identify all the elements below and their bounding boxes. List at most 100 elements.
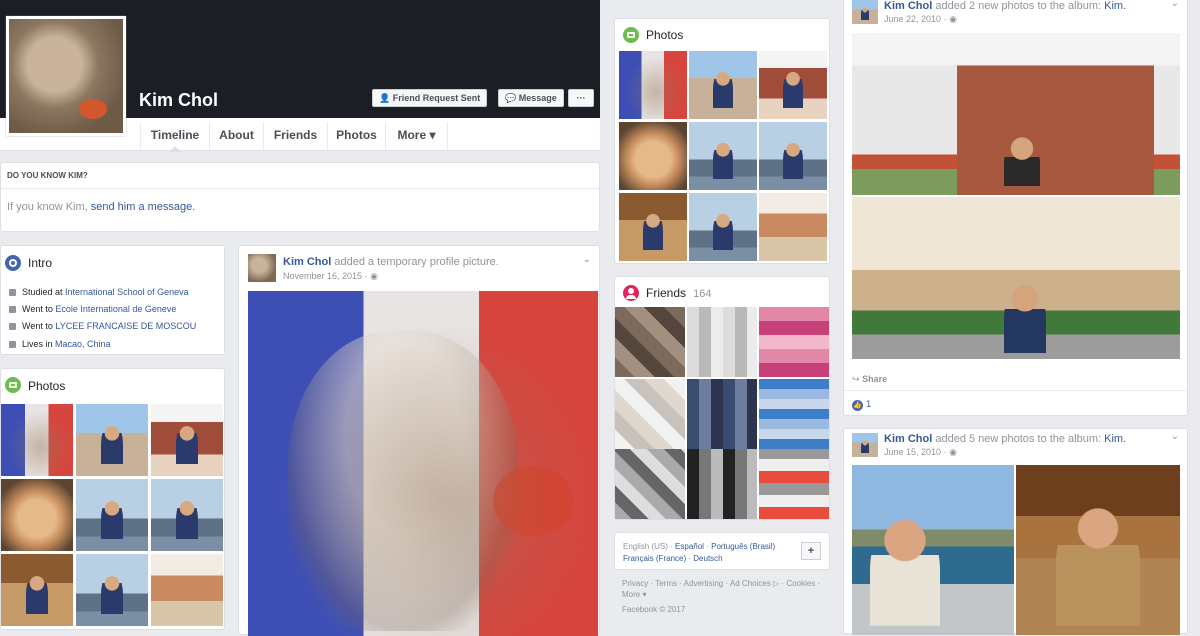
friend-thumb-4[interactable] xyxy=(615,379,685,449)
photos-title-right: Photos xyxy=(646,28,684,42)
prairie-dog-image xyxy=(9,19,123,133)
post-action-text: added a temporary profile picture. xyxy=(334,256,499,268)
post-album-1: Kim Chol added 2 new photos to the album… xyxy=(843,0,1188,416)
school-link-2[interactable]: Ecole International de Geneve xyxy=(55,304,176,314)
share-icon: ↪ xyxy=(852,374,860,384)
more-link[interactable]: More ▾ xyxy=(622,590,646,599)
photo-grid-6[interactable] xyxy=(759,122,827,190)
post2-date[interactable]: June 22, 2010 xyxy=(884,14,941,24)
photo-grid-4[interactable] xyxy=(619,122,687,190)
footer-links: Privacy · Terms · Advertising · Ad Choic… xyxy=(622,579,821,599)
post3-photo-room[interactable] xyxy=(1016,465,1180,635)
post2-author-name[interactable]: Kim Chol xyxy=(884,0,932,12)
tab-more[interactable]: More ▾ xyxy=(386,122,448,150)
message-button[interactable]: 💬 Message xyxy=(498,89,564,107)
friend-thumb-1[interactable] xyxy=(615,307,685,377)
like-icon: 👍 xyxy=(852,400,863,411)
photos-card-left: Photos xyxy=(0,368,225,630)
language-pt[interactable]: Português (Brasil) xyxy=(711,542,775,551)
do-you-know-text: If you know Kim, xyxy=(7,201,88,213)
photo-grid-8[interactable] xyxy=(689,193,757,261)
photo-thumb-2[interactable] xyxy=(76,404,148,476)
graduation-cap-icon xyxy=(9,289,16,296)
graduation-cap-icon xyxy=(9,323,16,330)
post-author-name[interactable]: Kim Chol xyxy=(283,256,331,268)
friend-thumb-6[interactable] xyxy=(759,379,829,449)
add-language-button[interactable]: + xyxy=(801,542,821,560)
do-you-know-title: DO YOU KNOW KIM? xyxy=(7,171,88,180)
photos-icon xyxy=(623,27,639,43)
friend-thumb-2[interactable] xyxy=(687,307,757,377)
photo-grid-5[interactable] xyxy=(689,122,757,190)
photo-thumb-6[interactable] xyxy=(151,479,223,551)
post-menu-chevron-icon[interactable]: ⌄ xyxy=(583,254,591,265)
post3-album-link[interactable]: Kim. xyxy=(1104,433,1126,445)
like-count[interactable]: 1 xyxy=(866,399,871,409)
friend-thumb-5[interactable] xyxy=(687,379,757,449)
profile-name: Kim Chol xyxy=(139,90,218,110)
post3-author-avatar[interactable] xyxy=(852,433,878,457)
send-message-link[interactable]: send him a message. xyxy=(91,201,196,213)
photos-icon xyxy=(5,377,21,393)
cookies-link[interactable]: Cookies xyxy=(786,579,815,588)
terms-link[interactable]: Terms xyxy=(655,579,677,588)
tab-photos[interactable]: Photos xyxy=(328,122,386,150)
school-link[interactable]: International School of Geneva xyxy=(65,287,189,297)
photos-title: Photos xyxy=(28,379,66,393)
graduation-cap-icon xyxy=(9,306,16,313)
photo-grid-9[interactable] xyxy=(759,193,827,261)
advertising-link[interactable]: Advertising xyxy=(684,579,724,588)
post-date[interactable]: November 16, 2015 xyxy=(283,271,362,281)
post-photo-flag-filter[interactable] xyxy=(248,291,598,636)
photo-thumb-3[interactable] xyxy=(151,404,223,476)
post3-photo-harbor[interactable] xyxy=(852,465,1014,635)
friend-thumb-3[interactable] xyxy=(759,307,829,377)
photo-thumb-4[interactable] xyxy=(1,479,73,551)
city-link[interactable]: Macao, China xyxy=(55,339,111,349)
tab-timeline[interactable]: Timeline xyxy=(140,122,210,152)
photo-thumb-8[interactable] xyxy=(76,554,148,626)
ad-choices-link[interactable]: Ad Choices ▷ xyxy=(730,579,779,588)
post2-menu-chevron-icon[interactable]: ⌄ xyxy=(1171,0,1179,9)
language-es[interactable]: Español xyxy=(675,542,704,551)
language-de[interactable]: Deutsch xyxy=(693,554,722,563)
photo-thumb-5[interactable] xyxy=(76,479,148,551)
language-fr[interactable]: Français (France) xyxy=(623,554,686,563)
photo-grid-7[interactable] xyxy=(619,193,687,261)
friends-card: Friends 164 xyxy=(614,276,830,520)
post3-menu-chevron-icon[interactable]: ⌄ xyxy=(1171,431,1179,442)
friend-request-sent-button[interactable]: 👤 Friend Request Sent xyxy=(372,89,488,107)
photo-thumb-1[interactable] xyxy=(1,404,73,476)
photo-grid-2[interactable] xyxy=(689,51,757,119)
globe-icon: · ◉ xyxy=(364,271,378,281)
privacy-link[interactable]: Privacy xyxy=(622,579,648,588)
tab-friends[interactable]: Friends xyxy=(264,122,328,150)
friend-thumb-7[interactable] xyxy=(615,449,685,519)
photo-grid-3[interactable] xyxy=(759,51,827,119)
photo-thumb-9[interactable] xyxy=(151,554,223,626)
photo-grid-1[interactable] xyxy=(619,51,687,119)
intro-title: Intro xyxy=(28,256,53,270)
post2-author-avatar[interactable] xyxy=(852,0,878,24)
share-button[interactable]: Share xyxy=(862,374,887,384)
post3-author-name[interactable]: Kim Chol xyxy=(884,433,932,445)
globe-icon xyxy=(5,255,21,271)
post2-photo-hotel-entrance[interactable] xyxy=(852,197,1180,359)
post2-photo-hotel-tower[interactable] xyxy=(852,33,1180,195)
copyright: Facebook © 2017 xyxy=(622,605,686,614)
profile-picture[interactable] xyxy=(6,16,126,136)
photo-thumb-7[interactable] xyxy=(1,554,73,626)
language-current: English (US) xyxy=(623,542,668,551)
do-you-know-card: DO YOU KNOW KIM? If you know Kim, send h… xyxy=(0,162,600,232)
post-author-avatar[interactable] xyxy=(248,254,276,282)
intro-row-school-2: Went to Ecole International de Geneve xyxy=(9,304,176,314)
school-link-3[interactable]: LYCEE FRANCAISE DE MOSCOU xyxy=(55,321,196,331)
tab-about[interactable]: About xyxy=(210,122,264,150)
globe-icon: · ◉ xyxy=(943,447,957,457)
post3-date[interactable]: June 15, 2010 xyxy=(884,447,941,457)
more-options-button[interactable]: ··· xyxy=(568,89,594,107)
friend-thumb-9[interactable] xyxy=(759,449,829,519)
intro-card: Intro Studied at International School of… xyxy=(0,245,225,355)
post2-album-link[interactable]: Kim. xyxy=(1104,0,1126,12)
friend-thumb-8[interactable] xyxy=(687,449,757,519)
